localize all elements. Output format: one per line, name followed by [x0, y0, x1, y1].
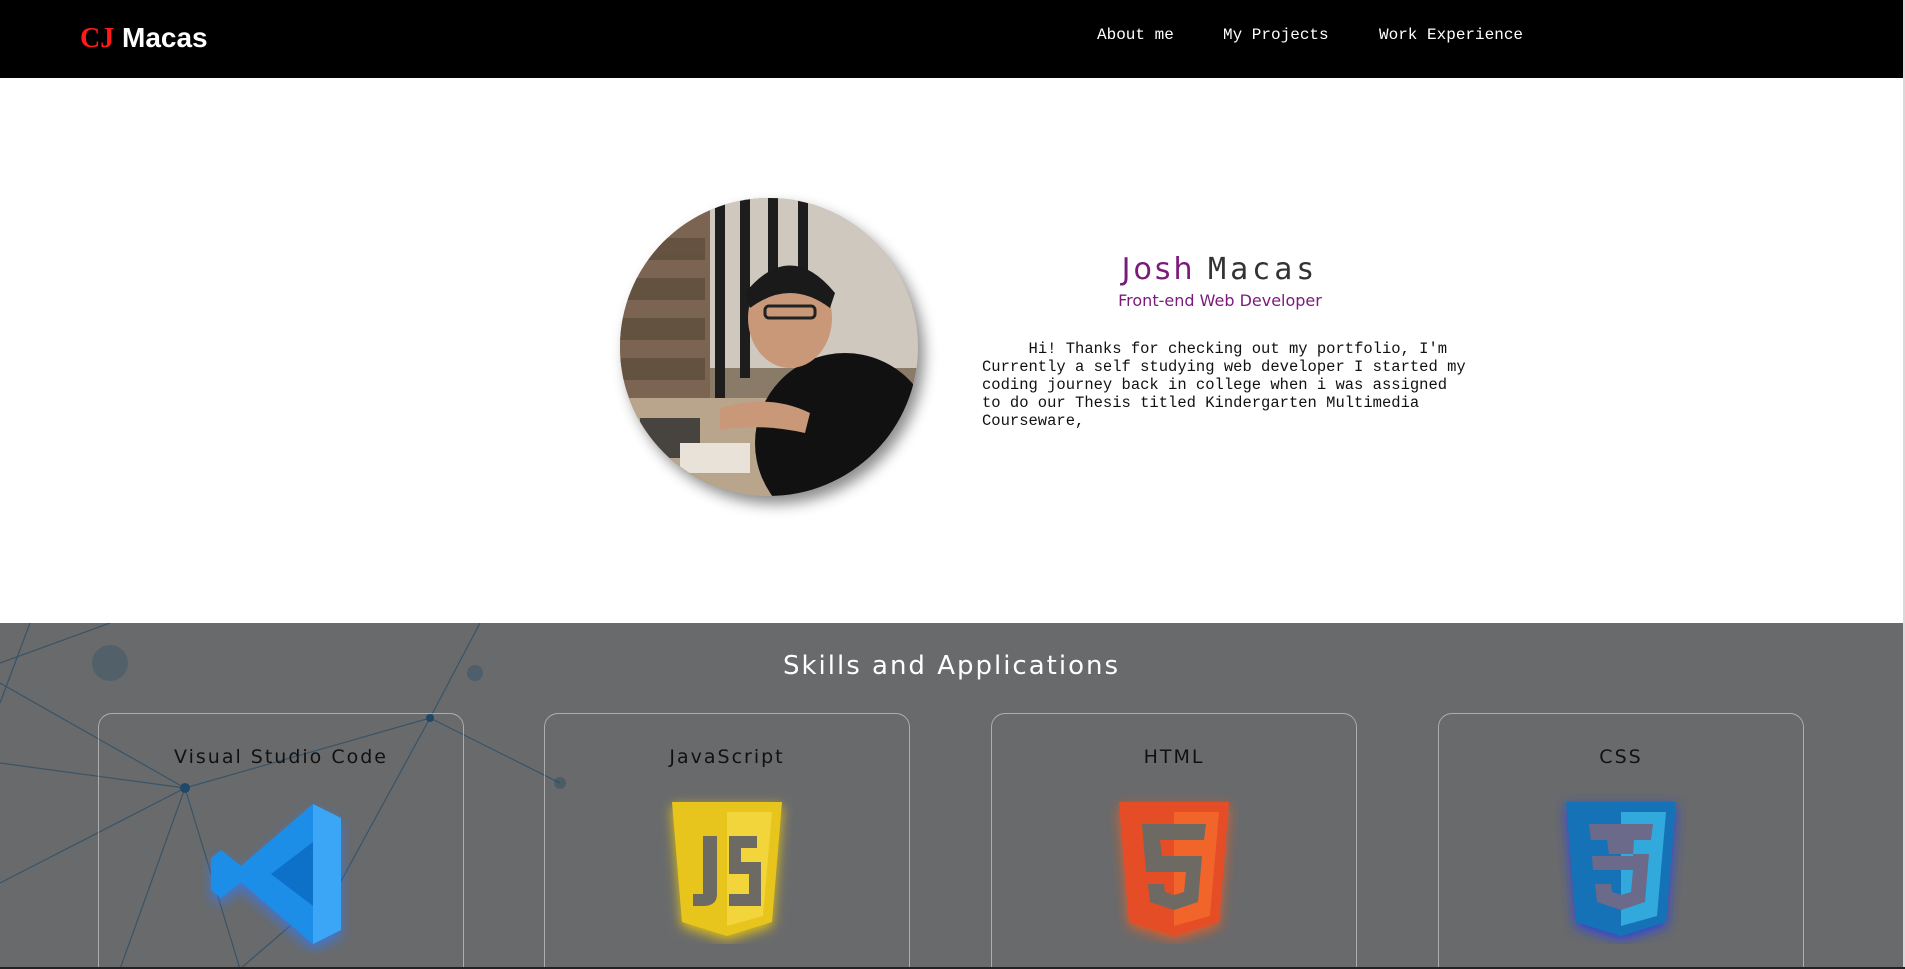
skills-title: Skills and Applications [782, 651, 1121, 681]
nav-about-me[interactable]: About me [1097, 26, 1174, 44]
vscode-icon [201, 794, 361, 959]
skill-card-css: CSS [1438, 713, 1804, 969]
skill-label: JavaScript [669, 746, 785, 768]
nav-my-projects[interactable]: My Projects [1223, 26, 1329, 44]
skill-label: CSS [1599, 746, 1643, 768]
html5-icon [1104, 794, 1244, 949]
profile-photo [620, 198, 918, 496]
nav-work-experience[interactable]: Work Experience [1379, 26, 1523, 44]
job-title: Front-end Web Developer [1118, 291, 1322, 310]
profile-name: Josh Macas [980, 252, 1460, 287]
about-section [0, 78, 1903, 623]
bio-text: Hi! Thanks for checking out my portfolio… [982, 340, 1466, 430]
skill-card-javascript: JavaScript [544, 713, 910, 969]
top-navbar: CJ Macas About me My Projects Work Exper… [0, 0, 1905, 78]
last-name: Macas [1208, 252, 1319, 287]
logo-surname: Macas [122, 22, 208, 53]
css3-icon [1551, 794, 1691, 949]
logo-initials: CJ [80, 23, 115, 54]
site-logo[interactable]: CJ Macas [80, 22, 208, 55]
first-name: Josh [1121, 252, 1196, 287]
skills-section: Skills and Applications Visual Studio Co… [0, 623, 1903, 969]
javascript-icon [657, 794, 797, 949]
skill-card-vscode: Visual Studio Code [98, 713, 464, 969]
skill-card-html: HTML [991, 713, 1357, 969]
skill-label: Visual Studio Code [174, 746, 388, 768]
skill-label: HTML [1143, 746, 1205, 768]
